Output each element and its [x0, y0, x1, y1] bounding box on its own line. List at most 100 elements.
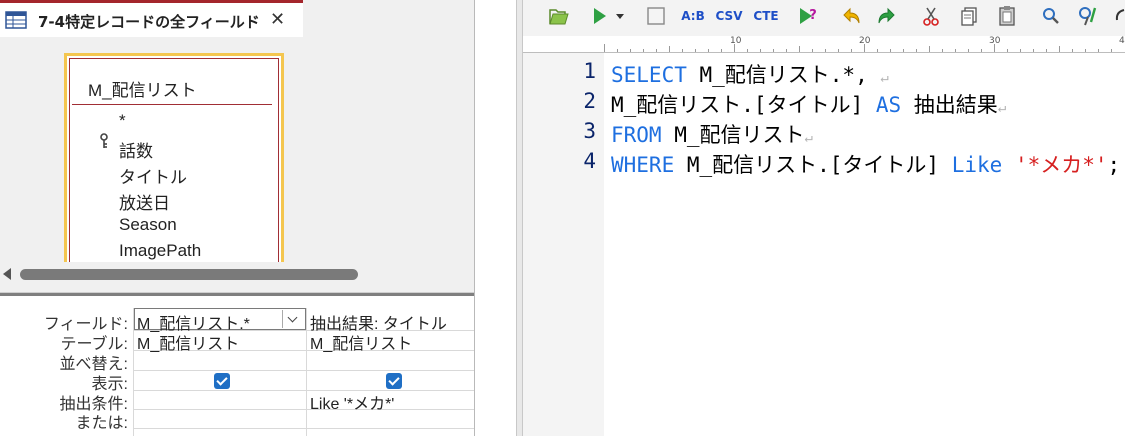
- ab-compare-icon[interactable]: A:B: [680, 4, 706, 28]
- stop-icon[interactable]: [645, 4, 667, 28]
- ruler-tick: [669, 46, 670, 52]
- code-text: M_配信リスト.*,: [686, 63, 881, 87]
- field-item[interactable]: タイトル: [119, 163, 187, 188]
- table-value-col2[interactable]: M_配信リスト: [310, 330, 472, 354]
- code-text: M_配信リスト.[タイトル]: [611, 93, 876, 117]
- close-icon[interactable]: ✕: [270, 9, 285, 30]
- ruler-tick: [929, 46, 930, 52]
- ruler-tick: [812, 49, 813, 52]
- row-label-or: または:: [75, 415, 128, 432]
- ruler-tick: [890, 49, 891, 52]
- eol-marker-icon: ↵: [880, 70, 889, 86]
- open-icon[interactable]: [547, 4, 571, 28]
- ruler-tick: [656, 49, 657, 52]
- field-item-all[interactable]: *: [119, 111, 126, 131]
- ruler-tick: [981, 49, 982, 52]
- ruler-tick: [851, 49, 852, 52]
- table-name: M_配信リスト: [88, 81, 197, 100]
- ruler-tick: [721, 49, 722, 52]
- table-value-col1[interactable]: M_配信リスト: [137, 330, 302, 354]
- sql-string-literal: '*メカ*': [1014, 153, 1108, 177]
- ruler-tick: [838, 49, 839, 52]
- paste-icon[interactable]: [997, 4, 1017, 28]
- copy-icon[interactable]: [959, 4, 979, 28]
- code-line-4[interactable]: WHERE M_配信リスト.[タイトル] Like '*メカ*';: [611, 149, 1120, 179]
- code-line-1[interactable]: SELECT M_配信リスト.*, ↵: [611, 59, 889, 89]
- ruler-label-40: 4: [1119, 36, 1125, 46]
- field-item[interactable]: 放送日: [119, 189, 170, 214]
- ruler-tick: [968, 49, 969, 52]
- sql-keyword: AS: [875, 93, 902, 117]
- design-grid: フィールド: テーブル: 並べ替え: 表示: 抽出条件: または: M_配信リス…: [0, 296, 474, 436]
- scrollbar-thumb[interactable]: [20, 269, 358, 280]
- ruler-tick: [864, 44, 865, 52]
- run-icon[interactable]: [591, 4, 609, 28]
- ruler-tick: [1020, 49, 1021, 52]
- cut-icon[interactable]: [921, 4, 941, 28]
- sql-keyword: WHERE: [611, 153, 675, 177]
- show-checkbox-col1[interactable]: [214, 373, 230, 389]
- ruler-tick: [825, 49, 826, 52]
- table-field-list[interactable]: M_配信リスト * 話数 タイトル 放送日 Season ImagePath: [64, 53, 284, 265]
- ruler-tick: [799, 46, 800, 52]
- eol-marker-icon: ↵: [804, 130, 813, 146]
- refresh-icon[interactable]: [1115, 4, 1125, 28]
- query-tab-title: 7-4特定レコードの全フィールド: [38, 13, 260, 31]
- line-number: 3: [583, 119, 596, 143]
- ruler-tick: [695, 49, 696, 52]
- ruler-tick: [760, 49, 761, 52]
- ruler-tick: [1046, 49, 1047, 52]
- ruler-tick: [786, 49, 787, 52]
- scroll-left-arrow-icon[interactable]: [3, 268, 11, 280]
- field-item[interactable]: Season: [119, 215, 177, 235]
- csv-icon[interactable]: CSV: [715, 4, 743, 28]
- ruler-tick: [1111, 49, 1112, 52]
- sql-keyword: FROM: [611, 123, 662, 147]
- ruler-tick: [916, 49, 917, 52]
- find-replace-icon[interactable]: [1077, 4, 1099, 28]
- line-number: 2: [583, 89, 596, 113]
- ruler-tick: [994, 44, 995, 52]
- ruler-tick: [1098, 49, 1099, 52]
- query-tab[interactable]: 7-4特定レコードの全フィールド ✕: [0, 0, 303, 37]
- query-icon: [5, 11, 27, 29]
- ruler-tick: [877, 49, 878, 52]
- field-item[interactable]: ImagePath: [119, 241, 201, 261]
- editor-toolbar: A:B CSV CTE ?: [523, 0, 1125, 36]
- field-dropdown-icon[interactable]: [282, 310, 305, 328]
- eol-marker-icon: ↵: [997, 100, 1007, 116]
- horizontal-scrollbar[interactable]: [0, 262, 474, 286]
- primary-key-icon: [100, 133, 108, 148]
- editor-left-bar: [516, 0, 523, 436]
- ruler-tick: [773, 49, 774, 52]
- redo-icon[interactable]: [875, 4, 897, 28]
- table-header-divider: [72, 104, 272, 105]
- code-text: 抽出結果: [901, 93, 998, 117]
- ruler-tick: [1072, 49, 1073, 52]
- ruler-label-10: 10: [730, 36, 742, 46]
- table-canvas: M_配信リスト * 話数 タイトル 放送日 Season ImagePath: [0, 37, 474, 265]
- code-text: ;: [1107, 153, 1121, 177]
- ruler-tick: [734, 44, 735, 52]
- column-ruler: 10 20 30 4: [523, 36, 1125, 53]
- code-line-3[interactable]: FROM M_配信リスト↵: [611, 119, 813, 149]
- field-item[interactable]: 話数: [119, 137, 153, 162]
- undo-icon[interactable]: [841, 4, 863, 28]
- ruler-tick: [747, 49, 748, 52]
- run-dropdown-icon[interactable]: [615, 4, 625, 28]
- sql-keyword: SELECT: [611, 63, 687, 87]
- sql-keyword: Like: [951, 153, 1003, 177]
- ruler-tick: [955, 49, 956, 52]
- ruler-tick: [903, 49, 904, 52]
- criteria-value-col2[interactable]: Like '*メカ*': [310, 390, 472, 414]
- ruler-tick: [630, 49, 631, 52]
- query-designer-pane: 7-4特定レコードの全フィールド ✕ M_配信リスト * 話数 タイトル 放送日…: [0, 0, 475, 436]
- code-text: M_配信リスト: [661, 123, 805, 147]
- code-line-2[interactable]: M_配信リスト.[タイトル] AS 抽出結果↵: [611, 89, 1006, 119]
- line-number: 4: [583, 149, 596, 173]
- cte-icon[interactable]: CTE: [753, 4, 779, 28]
- ruler-tick: [708, 49, 709, 52]
- search-icon[interactable]: [1041, 4, 1061, 28]
- show-checkbox-col2[interactable]: [386, 373, 402, 389]
- ruler-tick: [1007, 49, 1008, 52]
